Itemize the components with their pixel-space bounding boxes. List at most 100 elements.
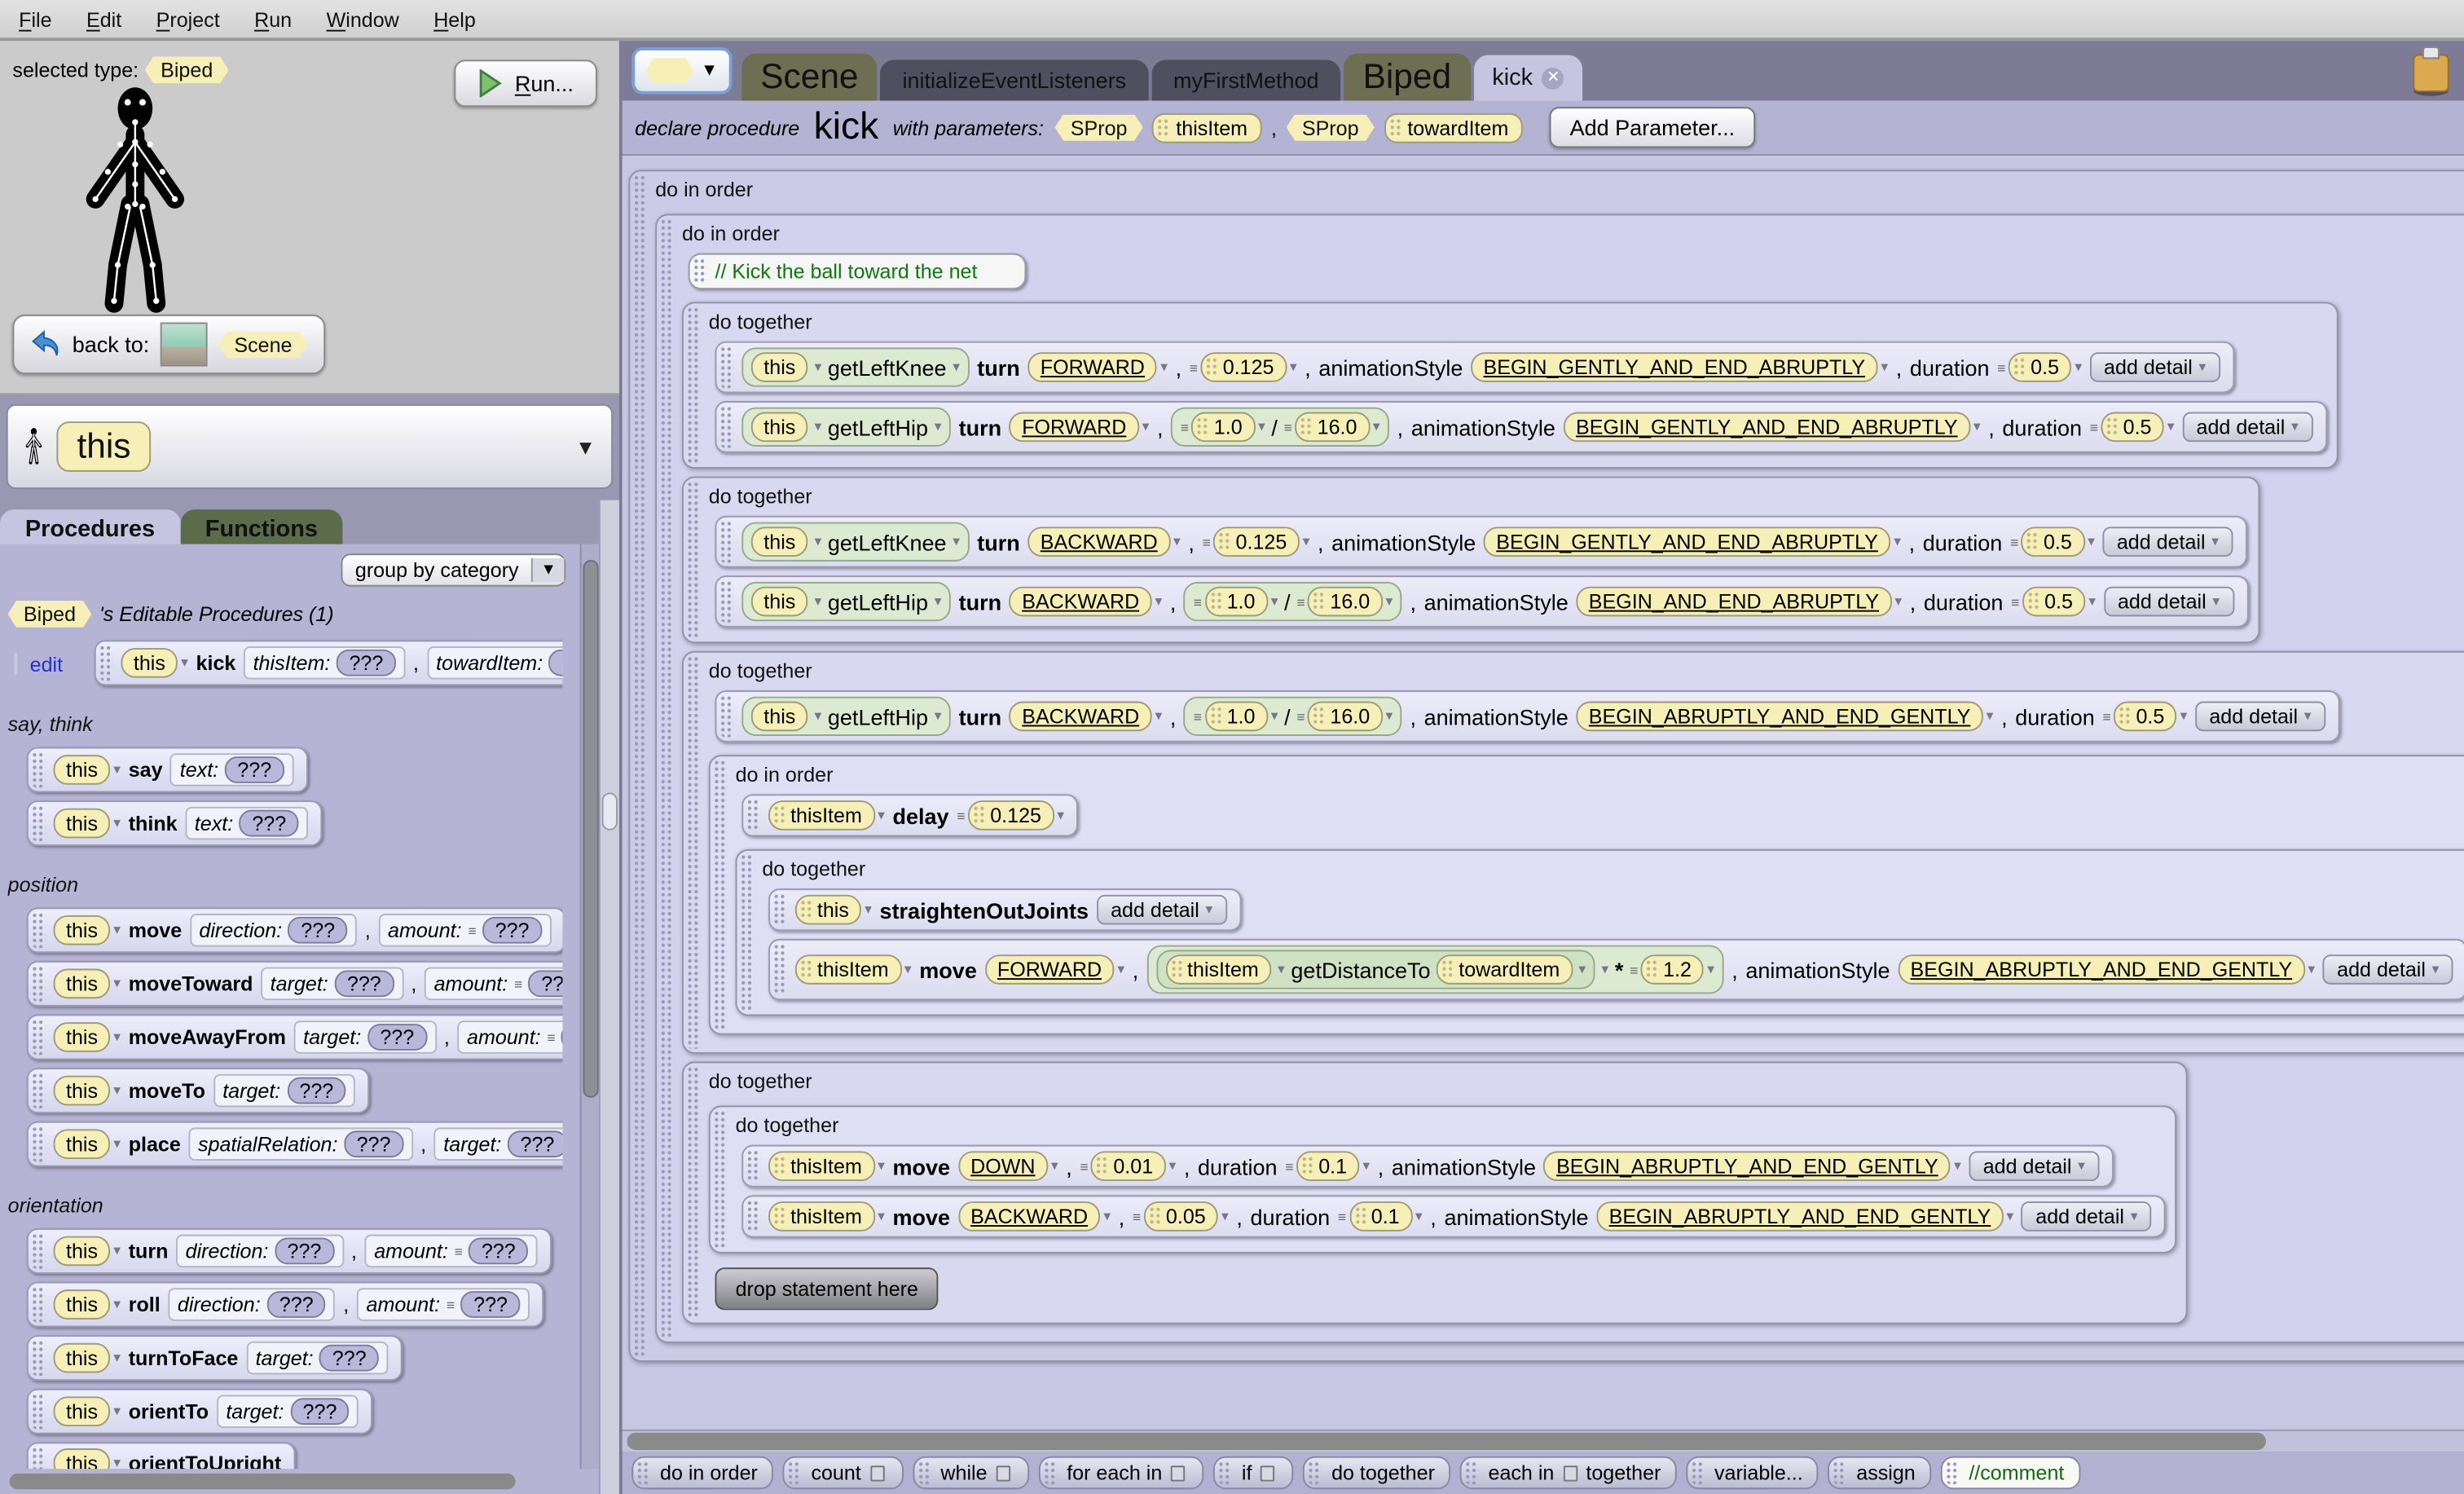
value-pill[interactable]: 0.5 (2021, 527, 2085, 557)
target-expression[interactable]: this ▾ getLeftKnee ▾ (741, 347, 970, 387)
unset-value-pill[interactable]: ??? (367, 1024, 427, 1051)
instance-pill[interactable]: this (53, 1236, 111, 1267)
instance-pill[interactable]: towardItem (1437, 954, 1573, 985)
toolbar-button--comment[interactable]: //comment (1940, 1456, 2080, 1490)
add-detail-button[interactable]: add detail ▾ (2089, 352, 2220, 382)
unset-value-pill[interactable]: ??? (548, 649, 563, 676)
tab-procedures[interactable]: Procedures (0, 509, 180, 549)
parameter-slot[interactable]: target:??? (293, 1020, 437, 1054)
param-type-tag[interactable]: SProp (1286, 113, 1375, 141)
parameter-slot[interactable]: target:??? (246, 1341, 389, 1375)
menu-item-file[interactable]: File (19, 7, 51, 31)
statement[interactable]: this ▾ straightenOutJoints add detail ▾ (768, 888, 1241, 932)
unset-value-pill[interactable]: ??? (482, 916, 542, 944)
value-pill[interactable]: 0.125 (1200, 352, 1287, 382)
close-tab-icon[interactable]: ✕ (1542, 67, 1564, 90)
parameter-slot[interactable]: direction:??? (168, 1288, 336, 1321)
statement[interactable]: this ▾ getLeftHip ▾ turn BACKWARD ▾, ≡ 1.0 ▾ / ≡ 16.… (715, 575, 2248, 628)
unset-value-pill[interactable]: ??? (337, 649, 396, 676)
instance-pill[interactable]: this (121, 647, 178, 678)
block-do-in-order[interactable]: do in order do in order // Kick the ball t… (628, 170, 2464, 1362)
parameter-slot[interactable]: thisItem:??? (244, 646, 406, 680)
procedure-template[interactable]: this ▾ orientTo target:??? (26, 1388, 373, 1435)
instance-pill[interactable]: this (53, 1022, 111, 1052)
panel-edge-scrollbar[interactable] (598, 500, 619, 1494)
value-pill[interactable]: 0.5 (2114, 701, 2177, 732)
number-pill[interactable]: ≡ 1.0 ▾ (1194, 586, 1278, 617)
value-pill[interactable]: 0.05 (1143, 1201, 1219, 1232)
add-detail-button[interactable]: add detail ▾ (1096, 894, 1227, 925)
drop-zone[interactable]: drop statement here (715, 1267, 939, 1311)
instance-pill[interactable]: this (794, 894, 862, 925)
value-pill[interactable]: 0.1 (1296, 1151, 1360, 1182)
target-expression[interactable]: this ▾ getLeftHip ▾ (741, 407, 952, 447)
scrollbar-thumb[interactable] (9, 1473, 516, 1490)
editor-tab-Biped[interactable]: Biped (1344, 53, 1471, 101)
instance-pill[interactable]: this (750, 527, 808, 557)
fraction-expression[interactable]: ≡ 1.0 ▾ / ≡ 16.0 ▾ (1171, 407, 1390, 447)
enum-value-pill[interactable]: BACKWARD (1027, 527, 1171, 557)
block-do-together[interactable]: do together this ▾ getLeftKnee ▾ turn FORWARD ▾… (681, 302, 2338, 469)
value-pill[interactable]: 1.2 (1641, 954, 1705, 985)
parameter-slot[interactable]: direction:??? (189, 914, 358, 947)
parameter-slot[interactable]: target:??? (433, 1127, 563, 1161)
block-do-in-order[interactable]: do in order // Kick the ball toward the n… (655, 214, 2464, 1343)
editor-tab-initializeEventListeners[interactable]: initializeEventListeners (880, 59, 1149, 101)
target-expression[interactable]: this ▾ getLeftHip ▾ (741, 581, 952, 622)
param-type-tag[interactable]: SProp (1054, 113, 1143, 141)
unset-value-pill[interactable]: ??? (460, 1291, 521, 1318)
value-pill[interactable]: 0.5 (2022, 586, 2086, 617)
procedure-template[interactable]: this ▾ orientToUpright (26, 1442, 296, 1470)
clipboard-icon[interactable] (2408, 44, 2455, 98)
statement[interactable]: this ▾ getLeftKnee ▾ turn BACKWARD ▾, ≡ 0.125 ▾, a… (715, 515, 2247, 568)
value-pill[interactable]: 0.125 (1213, 527, 1300, 557)
parameter-slot[interactable]: amount: ≡??? (364, 1234, 538, 1268)
number-pill[interactable]: ≡ 1.0 ▾ (1194, 701, 1278, 732)
number-pill[interactable]: ≡ 1.0 ▾ (1181, 412, 1265, 443)
statement[interactable]: this ▾ getLeftHip ▾ turn FORWARD ▾, ≡ 1.0 ▾ / ≡ 16.0… (715, 401, 2327, 453)
scrollbar-thumb[interactable] (583, 559, 599, 1098)
instance-pill[interactable]: thisItem (768, 800, 875, 831)
number-pill[interactable]: ≡ 0.1 ▾ (1285, 1151, 1370, 1182)
number-pill[interactable]: ≡ 0.01 ▾ (1080, 1151, 1176, 1182)
unset-value-pill[interactable]: ??? (469, 1237, 529, 1265)
menu-item-project[interactable]: Project (156, 7, 220, 31)
toolbar-button-for-each-in[interactable]: for each in (1038, 1456, 1204, 1490)
distance-expression[interactable]: thisItem ▾ getDistanceTo towardItem ▾ (1155, 950, 1595, 989)
enum-value-pill[interactable]: BEGIN_ABRUPTLY_AND_END_GENTLY (1576, 701, 1983, 732)
number-pill[interactable]: ≡ 16.0 ▾ (1296, 701, 1393, 732)
param-name-pill[interactable]: towardItem (1384, 112, 1523, 143)
toolbar-button-variable-[interactable]: variable... (1686, 1456, 1819, 1490)
instance-pill[interactable]: this (750, 701, 808, 732)
number-pill[interactable]: ≡ 16.0 ▾ (1284, 412, 1379, 443)
menu-item-edit[interactable]: Edit (86, 7, 121, 31)
toolbar-button-while[interactable]: while (912, 1456, 1029, 1490)
toolbar-button-if[interactable]: if (1213, 1456, 1294, 1490)
editor-tab-myFirstMethod[interactable]: myFirstMethod (1151, 59, 1341, 101)
procedure-template-kick[interactable]: this▾ kick thisItem:???, towardItem:??? (94, 640, 563, 686)
number-pill[interactable]: ≡ 16.0 ▾ (1296, 586, 1393, 617)
instance-pill[interactable]: this (750, 586, 808, 617)
number-pill[interactable]: ≡ 0.1 ▾ (1338, 1201, 1423, 1232)
instance-pill[interactable]: this (53, 1448, 111, 1470)
number-pill[interactable]: ≡ 1.2 ▾ (1630, 954, 1714, 985)
run-button[interactable]: Run... (453, 59, 597, 108)
fraction-expression[interactable]: ≡ 1.0 ▾ / ≡ 16.0 ▾ (1183, 696, 1402, 736)
statement[interactable]: thisItem ▾ move DOWN ▾, ≡ 0.01 ▾, duration ≡ 0.1 ▾,… (741, 1144, 2114, 1188)
add-detail-button[interactable]: add detail ▾ (2194, 701, 2325, 732)
instance-pill[interactable]: this (53, 1396, 111, 1427)
target-expression[interactable]: this ▾ getLeftHip ▾ (741, 696, 952, 736)
procedure-template[interactable]: this ▾ move direction:???, amount: ≡??? (26, 907, 563, 954)
instance-pill[interactable]: thisItem (794, 954, 902, 985)
edit-link[interactable]: edit (30, 652, 63, 676)
value-pill[interactable]: 16.0 (1308, 586, 1383, 617)
number-pill[interactable]: ≡ 0.125 ▾ (957, 800, 1064, 831)
procedure-template[interactable]: this ▾ place spatialRelation:???, target:??? (26, 1121, 563, 1167)
comment-statement[interactable]: // Kick the ball toward the net (688, 253, 1027, 290)
menu-item-run[interactable]: Run (254, 7, 292, 31)
number-pill[interactable]: ≡ 0.05 ▾ (1133, 1201, 1229, 1232)
number-pill[interactable]: ≡ 0.5 ▾ (2090, 412, 2175, 443)
procedure-template[interactable]: this ▾ say text:??? (26, 747, 308, 793)
statement[interactable]: thisItem ▾ move FORWARD ▾, thisItem ▾ getDistan… (768, 938, 2464, 1001)
instance-pill[interactable]: this (53, 1289, 111, 1320)
